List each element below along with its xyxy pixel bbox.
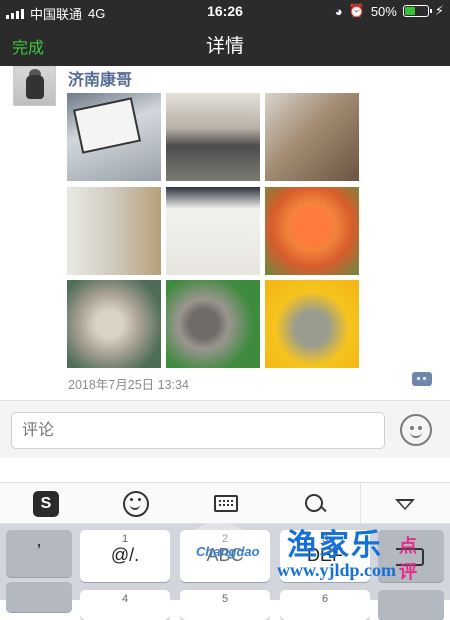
emoji-panel-icon[interactable] bbox=[123, 491, 149, 517]
key-label: ABC bbox=[206, 545, 244, 565]
comment-bar bbox=[0, 400, 450, 458]
photo-grid bbox=[67, 93, 360, 368]
key-3[interactable]: 3 DEF bbox=[280, 530, 370, 582]
photo-3[interactable] bbox=[265, 93, 359, 181]
toolbar-divider bbox=[360, 483, 361, 525]
status-bar: 中国联通 4G 16:26 ◕ ⏰ 50% ⚡ bbox=[0, 0, 450, 22]
username[interactable]: 济南康哥 bbox=[68, 66, 132, 90]
ime-toolbar: S bbox=[0, 482, 450, 525]
key-label: DEF bbox=[307, 545, 343, 565]
emoji-eye-right bbox=[418, 426, 422, 430]
photo-2[interactable] bbox=[166, 93, 260, 181]
key-number: 2 bbox=[221, 533, 229, 545]
emoji-mouth bbox=[410, 431, 422, 438]
post-timestamp: 2018年7月25日 13:34 bbox=[68, 378, 189, 392]
keyboard: , 1 @/. 2 ABC 3 DEF 4 5 6 bbox=[0, 524, 450, 620]
key-label: , bbox=[36, 530, 42, 550]
battery-icon bbox=[402, 5, 432, 17]
photo-9[interactable] bbox=[265, 280, 359, 368]
page-title: 详情 bbox=[205, 36, 244, 57]
key-number: 4 bbox=[121, 593, 129, 605]
blank-area bbox=[0, 458, 450, 482]
key-punct-lower[interactable] bbox=[6, 582, 72, 612]
status-right: ◕ ⏰ 50% ⚡ bbox=[335, 3, 444, 19]
key-number: 1 bbox=[121, 533, 129, 545]
photo-7[interactable] bbox=[67, 280, 161, 368]
sogou-logo-icon[interactable]: S bbox=[33, 491, 59, 517]
comment-icon[interactable] bbox=[412, 372, 432, 386]
avatar[interactable] bbox=[13, 66, 56, 106]
emoji-eye-left bbox=[410, 426, 414, 430]
alarm-icon: ⏰ bbox=[348, 3, 365, 18]
key-6[interactable]: 6 bbox=[280, 590, 370, 620]
search-icon[interactable] bbox=[302, 491, 328, 517]
comment-input[interactable] bbox=[11, 412, 385, 449]
backspace-icon bbox=[396, 548, 424, 566]
keyboard-icon[interactable] bbox=[214, 495, 238, 512]
battery-fill bbox=[404, 7, 416, 15]
photo-4[interactable] bbox=[67, 187, 161, 275]
collapse-keyboard-icon[interactable] bbox=[393, 491, 419, 517]
key-label: @/. bbox=[110, 545, 140, 565]
key-number: 3 bbox=[321, 533, 329, 545]
key-right-lower[interactable] bbox=[378, 590, 444, 620]
key-comma[interactable]: , bbox=[6, 530, 72, 577]
key-2[interactable]: 2 ABC bbox=[180, 530, 270, 582]
delete-key[interactable] bbox=[378, 530, 444, 582]
rotation-lock-icon: ◕ bbox=[334, 3, 343, 19]
moment-post: 济南康哥 2018年7月25日 13:34 bbox=[0, 66, 450, 400]
navigation-bar: 完成 详情 bbox=[0, 22, 450, 66]
key-1[interactable]: 1 @/. bbox=[80, 530, 170, 582]
key-number: 5 bbox=[221, 593, 229, 605]
key-5[interactable]: 5 bbox=[180, 590, 270, 620]
photo-8[interactable] bbox=[166, 280, 260, 368]
key-4[interactable]: 4 bbox=[80, 590, 170, 620]
photo-5[interactable] bbox=[166, 187, 260, 275]
photo-6[interactable] bbox=[265, 187, 359, 275]
key-number: 6 bbox=[321, 593, 329, 605]
battery-percent: 50% bbox=[370, 3, 397, 19]
charging-icon: ⚡ bbox=[434, 3, 444, 18]
photo-1[interactable] bbox=[67, 93, 161, 181]
signboard-graphic bbox=[72, 97, 142, 154]
emoji-button[interactable] bbox=[400, 414, 432, 446]
avatar-figure-body bbox=[26, 75, 44, 99]
